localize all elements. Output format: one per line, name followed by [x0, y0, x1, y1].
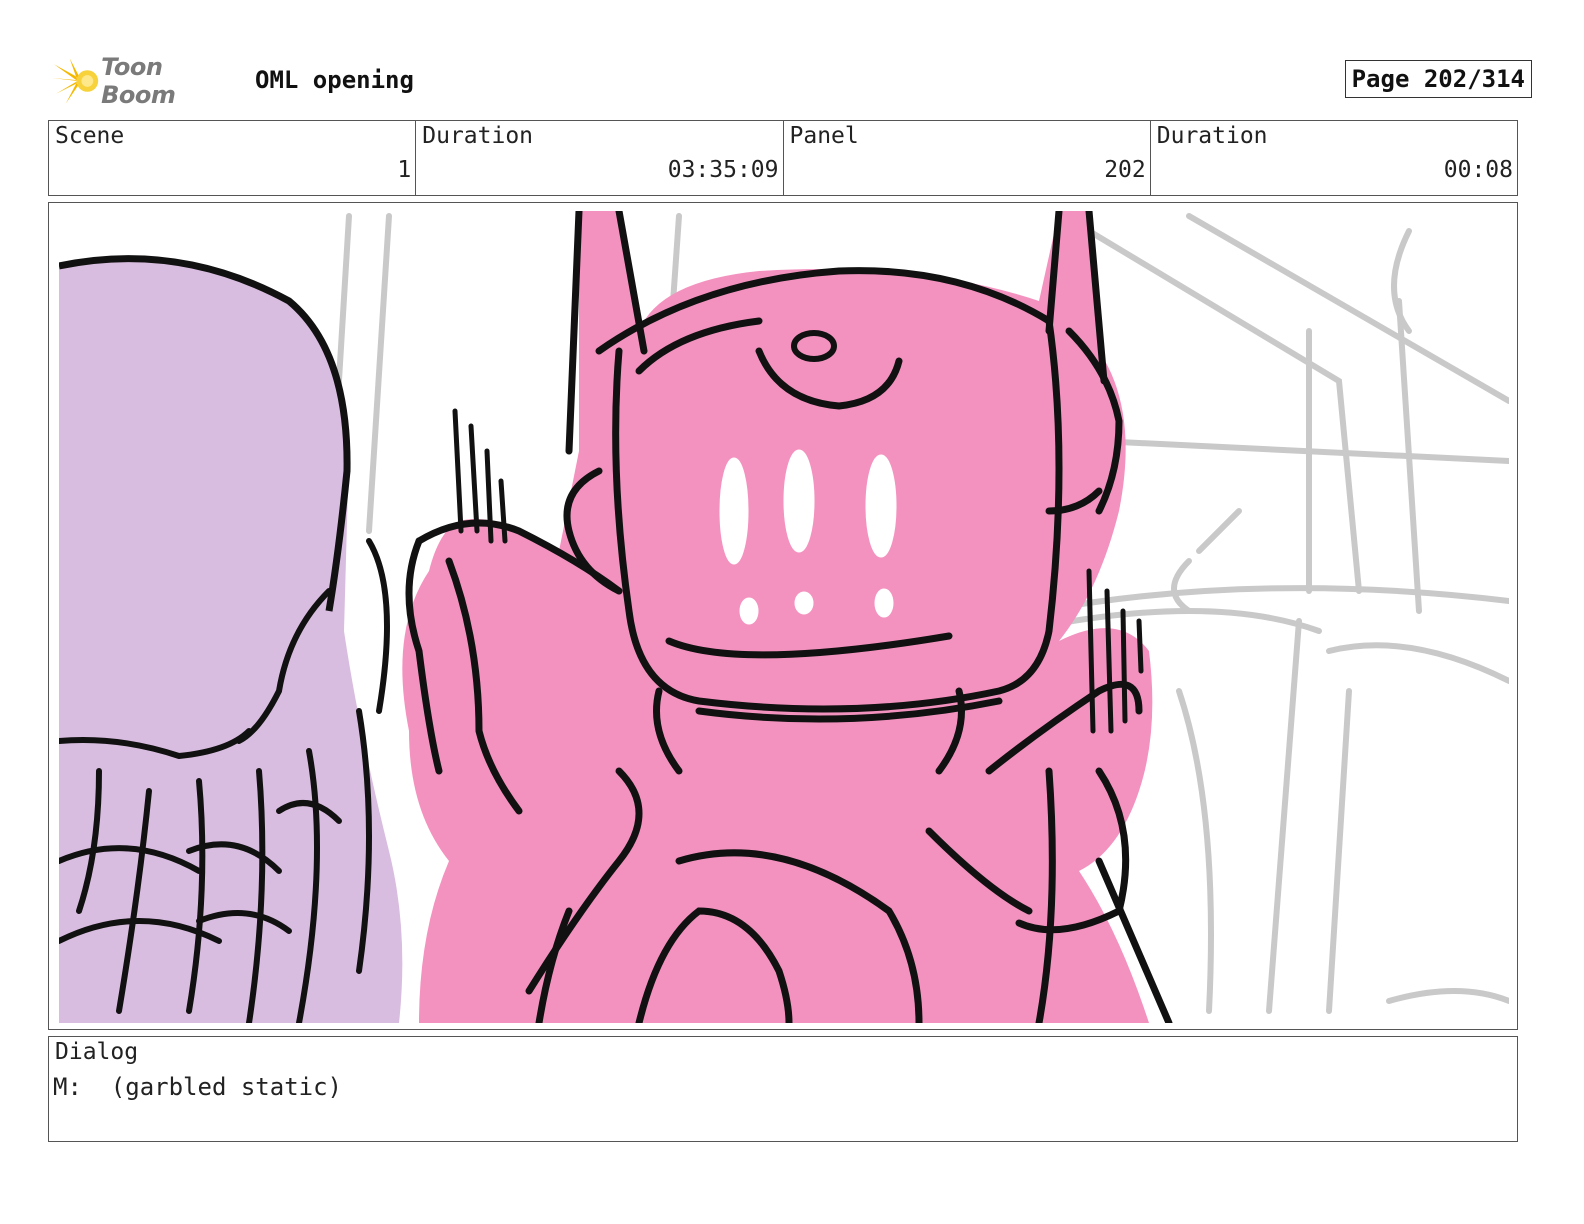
- panel-cell: Panel 202: [784, 121, 1151, 195]
- scene-value: 1: [397, 157, 412, 183]
- panel-info-table: Scene 1 Duration 03:35:09 Panel 202 Dura…: [48, 120, 1518, 196]
- logo-text: Toon Boom: [101, 53, 176, 109]
- panel-drawing: [59, 211, 1509, 1023]
- storyboard-panel: [48, 202, 1518, 1030]
- project-title: OML opening: [255, 66, 414, 94]
- sketch-artwork: [59, 211, 1509, 1023]
- dialog-box: Dialog M: (garbled static): [48, 1036, 1518, 1142]
- panel-duration-label: Duration: [1156, 123, 1268, 149]
- panel-label: Panel: [789, 123, 859, 149]
- scene-duration-label: Duration: [422, 123, 534, 149]
- dialog-text: M: (garbled static): [53, 1073, 342, 1101]
- toon-boom-logo: Toon Boom: [52, 53, 242, 109]
- scene-duration-cell: Duration 03:35:09: [416, 121, 784, 195]
- toon-boom-star-icon: [52, 58, 99, 104]
- page-header: Toon Boom OML opening Page 202/314: [52, 53, 1532, 109]
- scene-cell: Scene 1: [49, 121, 417, 195]
- scene-duration-value: 03:35:09: [667, 157, 779, 183]
- panel-duration-value: 00:08: [1443, 157, 1513, 183]
- panel-duration-cell: Duration 00:08: [1151, 121, 1517, 195]
- panel-value: 202: [1104, 157, 1146, 183]
- scene-label: Scene: [55, 123, 125, 149]
- dialog-label: Dialog: [55, 1039, 139, 1065]
- page-number: Page 202/314: [1344, 60, 1532, 98]
